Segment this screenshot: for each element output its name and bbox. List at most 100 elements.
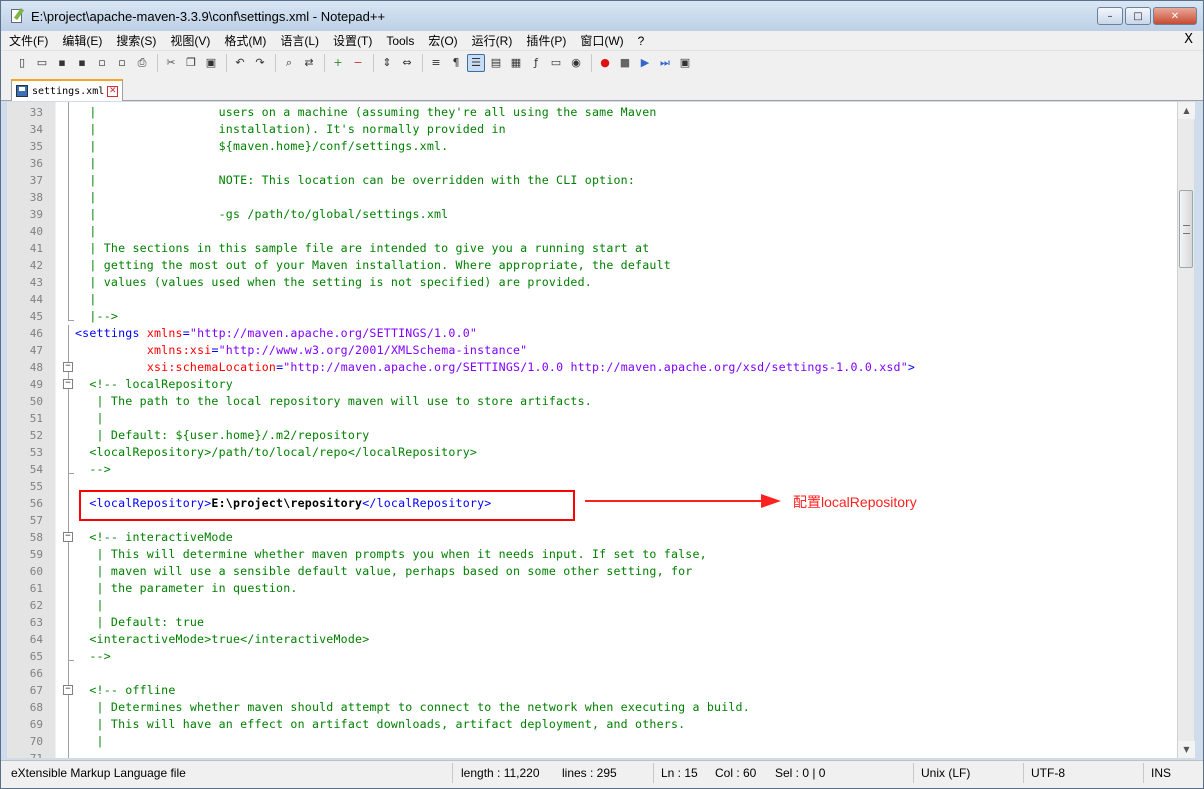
tab-settings-xml[interactable]: settings.xml ✕ — [11, 79, 123, 101]
code-line[interactable]: 46 <settings xmlns="http://maven.apache.o… — [7, 325, 1177, 342]
cut-icon[interactable]: ✂ — [162, 54, 180, 72]
sync-horizontal-icon[interactable]: ⇔ — [398, 54, 416, 72]
folder-workspace-icon[interactable]: ▭ — [547, 54, 565, 72]
scroll-thumb[interactable] — [1179, 190, 1193, 268]
close-all-icon[interactable]: ▫ — [113, 54, 131, 72]
fold-toggle-icon[interactable]: − — [63, 685, 73, 695]
menu-item-3[interactable]: 视图(V) — [162, 32, 216, 49]
code-line[interactable]: 65 --> — [7, 648, 1177, 665]
code-line[interactable]: 63 | Default: true — [7, 614, 1177, 631]
code-line[interactable]: 48 xsi:schemaLocation="http://maven.apac… — [7, 359, 1177, 376]
code-line[interactable]: 62 | — [7, 597, 1177, 614]
code-line[interactable]: 61 | the parameter in question. — [7, 580, 1177, 597]
code-line[interactable]: 40 | — [7, 223, 1177, 240]
code-line[interactable]: 50 | The path to the local repository ma… — [7, 393, 1177, 410]
menu-item-1[interactable]: 编辑(E) — [54, 32, 108, 49]
find-icon[interactable]: ⌕ — [280, 54, 298, 72]
menu-item-10[interactable]: 插件(P) — [518, 32, 572, 49]
code-line[interactable]: 42 | getting the most out of your Maven … — [7, 257, 1177, 274]
replace-icon[interactable]: ⇄ — [300, 54, 318, 72]
redo-icon[interactable]: ↷ — [251, 54, 269, 72]
play-macro-icon[interactable]: ▶ — [636, 54, 654, 72]
scroll-down-icon[interactable]: ▼ — [1178, 741, 1195, 758]
indent-guide-icon[interactable]: ☰ — [467, 53, 485, 72]
monitoring-icon[interactable]: ◉ — [567, 54, 585, 72]
code-line[interactable]: 44 | — [7, 291, 1177, 308]
minimize-button[interactable]: – — [1097, 7, 1123, 25]
save-all-icon[interactable]: ▪ — [73, 54, 91, 72]
run-macro-multiple-icon[interactable]: ⏭ — [656, 54, 674, 72]
menu-item-8[interactable]: 宏(O) — [420, 32, 463, 49]
code-line[interactable]: 49 <!-- localRepository — [7, 376, 1177, 393]
record-macro-icon[interactable]: ● — [596, 54, 614, 72]
print-icon[interactable]: ⎙ — [133, 54, 151, 72]
code-line[interactable]: 36 | — [7, 155, 1177, 172]
code-line[interactable]: 34 | installation). It's normally provid… — [7, 121, 1177, 138]
save-macro-icon[interactable]: ▣ — [676, 54, 694, 72]
close-document-button[interactable]: X — [1184, 32, 1193, 47]
show-all-chars-icon[interactable]: ¶ — [447, 54, 465, 72]
code-line[interactable]: 68 | Determines whether maven should att… — [7, 699, 1177, 716]
code-token: | — [75, 156, 97, 170]
code-line[interactable]: 60 | maven will use a sensible default v… — [7, 563, 1177, 580]
code-line[interactable]: 64 <interactiveMode>true</interactiveMod… — [7, 631, 1177, 648]
word-wrap-icon[interactable]: ≡ — [427, 54, 445, 72]
code-line[interactable]: 47 xmlns:xsi="http://www.w3.org/2001/XML… — [7, 342, 1177, 359]
code-line[interactable]: 51 | — [7, 410, 1177, 427]
fold-toggle-icon[interactable]: − — [63, 532, 73, 542]
scroll-up-icon[interactable]: ▲ — [1178, 102, 1195, 119]
line-number: 52 — [29, 429, 43, 442]
code-line[interactable]: 70 | — [7, 733, 1177, 750]
close-icon[interactable]: ▫ — [93, 54, 111, 72]
menu-item-9[interactable]: 运行(R) — [464, 32, 519, 49]
copy-icon[interactable]: ❐ — [182, 54, 200, 72]
code-line[interactable]: 69 | This will have an effect on artifac… — [7, 716, 1177, 733]
code-line[interactable]: 71 — [7, 750, 1177, 758]
code-line[interactable]: 39 | -gs /path/to/global/settings.xml — [7, 206, 1177, 223]
code-line[interactable]: 52 | Default: ${user.home}/.m2/repositor… — [7, 427, 1177, 444]
tab-close-icon[interactable]: ✕ — [107, 85, 119, 97]
zoom-in-icon[interactable]: + — [329, 54, 347, 72]
function-list-icon[interactable]: ƒ — [527, 54, 545, 72]
code-line[interactable]: 54 --> — [7, 461, 1177, 478]
fold-toggle-icon[interactable]: − — [63, 379, 73, 389]
code-line[interactable]: 67 <!-- offline — [7, 682, 1177, 699]
sync-vertical-icon[interactable]: ⇕ — [378, 54, 396, 72]
menu-item-2[interactable]: 搜索(S) — [108, 32, 162, 49]
code-line[interactable]: 43 | values (values used when the settin… — [7, 274, 1177, 291]
user-lang-icon[interactable]: ▤ — [487, 54, 505, 72]
code-line[interactable]: 35 | ${maven.home}/conf/settings.xml. — [7, 138, 1177, 155]
vertical-scrollbar[interactable]: ▲ ▼ — [1177, 102, 1195, 758]
new-file-icon[interactable]: ▯ — [13, 54, 31, 72]
code-line[interactable]: 66 — [7, 665, 1177, 682]
code-line[interactable]: 38 | — [7, 189, 1177, 206]
menu-item-6[interactable]: 设置(T) — [325, 32, 378, 49]
maximize-button[interactable]: □ — [1125, 7, 1151, 25]
open-file-icon[interactable]: ▭ — [33, 54, 51, 72]
fold-toggle-icon[interactable]: − — [63, 362, 73, 372]
zoom-out-icon[interactable]: − — [349, 54, 367, 72]
paste-icon[interactable]: ▣ — [202, 54, 220, 72]
code-line[interactable]: 59 | This will determine whether maven p… — [7, 546, 1177, 563]
line-number: 48 — [29, 361, 43, 374]
menu-bar: 文件(F) 编辑(E) 搜索(S) 视图(V) 格式(M) 语言(L) 设置(T) Tools… — [1, 31, 1203, 50]
code-line[interactable]: 58 <!-- interactiveMode — [7, 529, 1177, 546]
save-icon[interactable]: ▪ — [53, 54, 71, 72]
title-bar[interactable]: E:\project\apache-maven-3.3.9\conf\setti… — [1, 1, 1203, 31]
menu-item-5[interactable]: 语言(L) — [272, 32, 325, 49]
stop-record-icon[interactable]: ■ — [616, 54, 634, 72]
menu-item-7[interactable]: Tools — [378, 34, 420, 48]
code-line[interactable]: 53 <localRepository>/path/to/local/repo<… — [7, 444, 1177, 461]
menu-item-11[interactable]: 窗口(W) — [572, 32, 629, 49]
close-window-button[interactable]: ✕ — [1153, 7, 1197, 25]
menu-item-0[interactable]: 文件(F) — [1, 32, 54, 49]
code-line[interactable]: 45 |--> — [7, 308, 1177, 325]
code-line[interactable]: 37 | NOTE: This location can be overridd… — [7, 172, 1177, 189]
menu-item-12[interactable]: ? — [630, 34, 651, 48]
code-line[interactable]: 33 | users on a machine (assuming they'r… — [7, 104, 1177, 121]
code-editor[interactable]: 33 | users on a machine (assuming they'r… — [7, 102, 1177, 758]
undo-icon[interactable]: ↶ — [231, 54, 249, 72]
code-line[interactable]: 41 | The sections in this sample file ar… — [7, 240, 1177, 257]
doc-map-icon[interactable]: ▦ — [507, 54, 525, 72]
menu-item-4[interactable]: 格式(M) — [216, 32, 272, 49]
